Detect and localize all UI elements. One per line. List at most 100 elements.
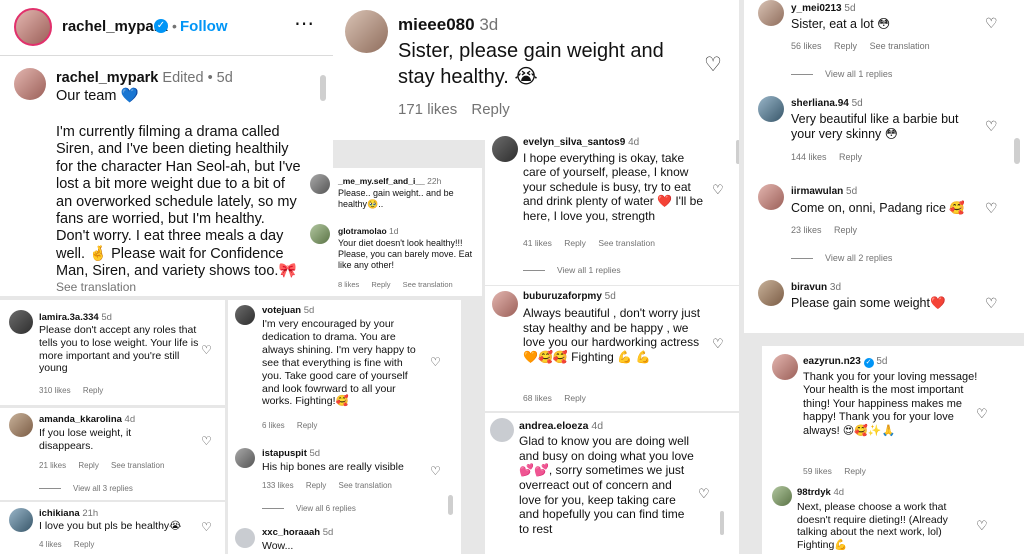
view-replies-link[interactable]: View all 3 replies [39, 484, 133, 493]
avatar[interactable] [9, 310, 33, 334]
likes-count[interactable]: 6 likes [262, 421, 285, 430]
comment-username[interactable]: sherliana.94 [791, 98, 849, 109]
comment-username[interactable]: xxc_horaaah [262, 527, 320, 538]
comment-username[interactable]: buburuzaforpmy [523, 291, 602, 302]
avatar[interactable] [492, 291, 518, 317]
avatar[interactable] [235, 448, 255, 468]
scrollbar[interactable] [320, 75, 326, 101]
reply-button[interactable]: Reply [834, 41, 857, 51]
avatar[interactable] [345, 10, 388, 53]
comment-username[interactable]: glotramolao [338, 226, 387, 236]
comment-username[interactable]: votejuan [262, 305, 301, 316]
avatar[interactable] [758, 0, 784, 26]
comment-username[interactable]: eazyrun.n23 [803, 356, 861, 367]
reply-button[interactable]: Reply [839, 152, 862, 162]
more-options-icon[interactable]: ⋯ [294, 12, 314, 36]
comment-time: 5d [846, 186, 858, 197]
heart-icon[interactable]: ♡ [201, 434, 212, 448]
heart-icon[interactable]: ♡ [201, 343, 212, 357]
reply-button[interactable]: Reply [74, 540, 94, 549]
comment-username[interactable]: _me_my.self_and_i__ [338, 176, 425, 186]
heart-icon[interactable]: ♡ [430, 464, 441, 478]
comment-username[interactable]: 98trdyk [797, 487, 831, 498]
likes-count[interactable]: 41 likes [523, 238, 552, 248]
reply-button[interactable]: Reply [471, 101, 509, 118]
scrollbar[interactable] [1014, 138, 1020, 164]
reply-button[interactable]: Reply [83, 386, 103, 395]
heart-icon[interactable]: ♡ [985, 295, 998, 312]
avatar[interactable] [235, 528, 255, 548]
heart-icon[interactable]: ♡ [704, 52, 722, 77]
post-username[interactable]: rachel_mypark [56, 70, 158, 86]
reply-button[interactable]: Reply [834, 225, 857, 235]
avatar[interactable] [235, 305, 255, 325]
avatar[interactable] [772, 486, 792, 506]
follow-button[interactable]: Follow [180, 18, 228, 36]
reply-button[interactable]: Reply [844, 466, 866, 476]
avatar[interactable] [492, 136, 518, 162]
comment-username[interactable]: andrea.eloeza [519, 420, 588, 432]
heart-icon[interactable]: ♡ [430, 355, 441, 369]
avatar[interactable] [310, 224, 330, 244]
scrollbar[interactable] [448, 495, 453, 515]
likes-count[interactable]: 310 likes [39, 386, 71, 395]
avatar[interactable] [14, 68, 46, 100]
avatar[interactable] [490, 418, 514, 442]
heart-icon[interactable]: ♡ [985, 118, 998, 135]
likes-count[interactable]: 23 likes [791, 225, 822, 235]
comment-username[interactable]: iirmawulan [791, 186, 843, 197]
likes-count[interactable]: 21 likes [39, 461, 66, 470]
view-replies-link[interactable]: View all 1 replies [791, 69, 892, 79]
heart-icon[interactable]: ♡ [976, 518, 988, 534]
avatar[interactable] [758, 96, 784, 122]
scrollbar[interactable] [736, 140, 739, 164]
avatar[interactable] [772, 354, 798, 380]
see-translation-link[interactable]: See translation [339, 481, 392, 490]
heart-icon[interactable]: ♡ [985, 200, 998, 217]
likes-count[interactable]: 8 likes [338, 280, 359, 289]
likes-count[interactable]: 171 likes [398, 101, 457, 118]
heart-icon[interactable]: ♡ [985, 15, 998, 32]
reply-button[interactable]: Reply [371, 280, 390, 289]
reply-button[interactable]: Reply [564, 238, 586, 248]
see-translation-link[interactable]: See translation [598, 238, 655, 248]
heart-icon[interactable]: ♡ [976, 406, 988, 422]
avatar[interactable] [9, 508, 33, 532]
see-translation-link[interactable]: See translation [56, 280, 136, 295]
view-replies-link[interactable]: View all 2 replies [791, 253, 892, 263]
avatar[interactable] [9, 413, 33, 437]
see-translation-link[interactable]: See translation [111, 461, 164, 470]
avatar[interactable] [14, 8, 52, 46]
likes-count[interactable]: 56 likes [791, 41, 822, 51]
comment-username[interactable]: amanda_kkarolina [39, 414, 122, 425]
scrollbar[interactable] [720, 511, 724, 535]
reply-button[interactable]: Reply [78, 461, 98, 470]
reply-button[interactable]: Reply [564, 393, 586, 403]
likes-count[interactable]: 4 likes [39, 540, 62, 549]
heart-icon[interactable]: ♡ [712, 182, 724, 198]
comment-username[interactable]: istapuspit [262, 448, 307, 459]
likes-count[interactable]: 133 likes [262, 481, 294, 490]
heart-icon[interactable]: ♡ [712, 336, 724, 352]
view-replies-link[interactable]: View all 6 replies [262, 504, 356, 513]
comment-username[interactable]: mieee080 [398, 15, 475, 34]
avatar[interactable] [758, 184, 784, 210]
comment-username[interactable]: ichikiana [39, 508, 80, 519]
likes-count[interactable]: 59 likes [803, 466, 832, 476]
avatar[interactable] [758, 280, 784, 306]
comment-username[interactable]: lamira.3a.334 [39, 312, 99, 323]
reply-button[interactable]: Reply [306, 481, 326, 490]
likes-count[interactable]: 68 likes [523, 393, 552, 403]
likes-count[interactable]: 144 likes [791, 152, 827, 162]
reply-button[interactable]: Reply [297, 421, 317, 430]
see-translation-link[interactable]: See translation [403, 280, 453, 289]
heart-icon[interactable]: ♡ [698, 486, 710, 502]
see-translation-link[interactable]: See translation [870, 41, 930, 51]
heart-icon[interactable]: ♡ [201, 520, 212, 534]
avatar[interactable] [310, 174, 330, 194]
comment-username[interactable]: evelyn_silva_santos9 [523, 137, 625, 148]
comment-username[interactable]: biravun [791, 282, 827, 293]
view-replies-link[interactable]: View all 1 replies [523, 265, 621, 275]
comment-username[interactable]: y_mei0213 [791, 3, 842, 14]
header-username[interactable]: rachel_mypark [62, 18, 168, 36]
